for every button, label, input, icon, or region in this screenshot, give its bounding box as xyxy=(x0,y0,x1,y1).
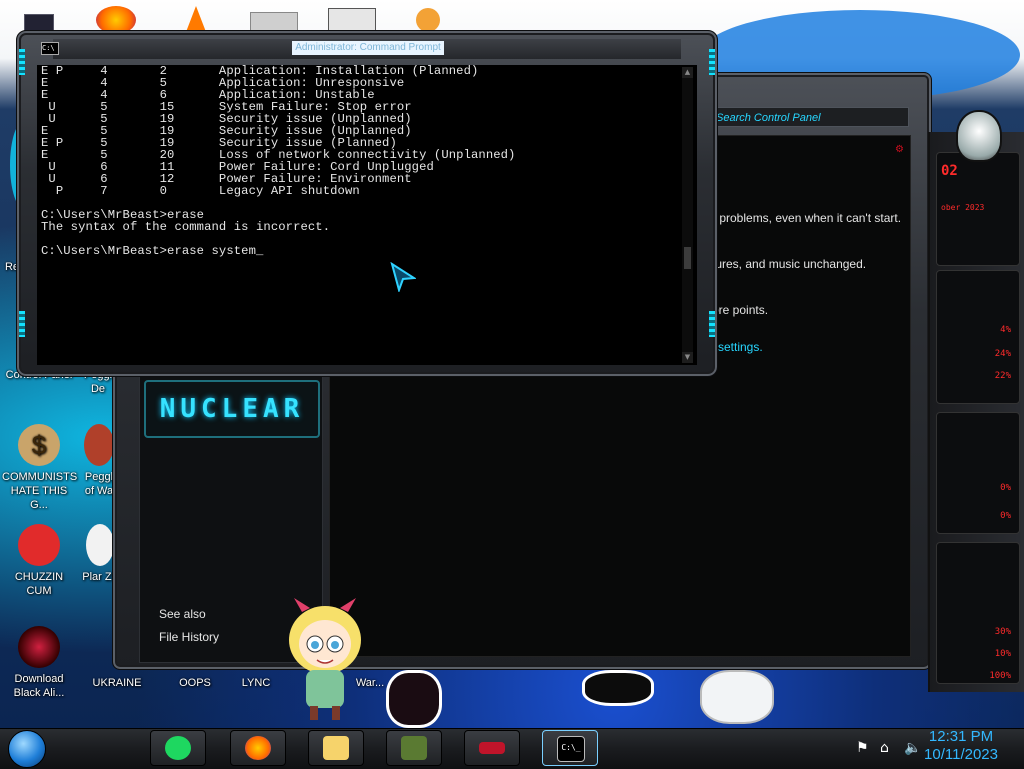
meter-percent: 0% xyxy=(1000,483,1011,493)
meter-percent: 22% xyxy=(994,371,1011,381)
chuzzle-icon xyxy=(18,524,60,566)
desktop-icon-label: CHUZZIN CUM xyxy=(14,571,64,597)
vlc-icon[interactable] xyxy=(186,6,206,32)
meter-percent: 0% xyxy=(1000,511,1011,521)
peggle-icon xyxy=(84,424,114,466)
car-icon xyxy=(479,742,505,754)
cmd-window-icon[interactable]: C:\ xyxy=(41,42,59,55)
desktop-icon-lync[interactable]: LYNC xyxy=(226,676,286,690)
desktop-icon-label: UKRAINE xyxy=(92,677,142,689)
desktop-icon-money-bag[interactable]: $ COMMUNISTS HATE THIS G... xyxy=(2,424,78,512)
desktop-icon-label: COMMUNISTS HATE THIS G... xyxy=(2,471,78,511)
search-control-panel-input[interactable]: Search Control Panel xyxy=(711,107,909,127)
recovery-text-3: ore points. xyxy=(712,303,769,317)
wallpaper-shoe xyxy=(386,670,442,728)
cmd-icon: C:\_ xyxy=(557,736,585,762)
frame-accent xyxy=(709,311,715,337)
meter-percent: 4% xyxy=(1000,325,1011,335)
desktop-icon-label: OOPS xyxy=(179,677,211,689)
see-also-label: See also xyxy=(159,607,206,621)
desktop-icon-label: LYNC xyxy=(241,677,271,689)
meter-header: 02 xyxy=(941,163,958,179)
meter-sub: ober 2023 xyxy=(941,203,985,212)
firefox-icon xyxy=(245,736,271,760)
flag-icon[interactable]: ⚑ xyxy=(856,740,869,756)
desktop-icon-ukraine[interactable]: UKRAINE xyxy=(80,676,154,690)
spotify-icon xyxy=(165,736,191,760)
scroll-thumb[interactable] xyxy=(684,247,691,269)
plants-icon xyxy=(86,524,114,566)
desktop-icon-black-alien[interactable]: Download Black Ali... xyxy=(2,626,76,700)
desktop-icon-label: Peggl of Wa xyxy=(84,471,114,497)
recovery-text-1: r problems, even when it can't start. xyxy=(712,211,902,225)
taskbar-spotify[interactable] xyxy=(150,730,206,766)
alienware-icon xyxy=(18,626,60,668)
meter-percent: 24% xyxy=(994,349,1011,359)
scroll-up-icon[interactable]: ▲ xyxy=(682,67,693,78)
nuclear-logo: NUCLEAR xyxy=(144,380,320,438)
recovery-text-2: tures, and music unchanged. xyxy=(712,257,867,271)
frame-accent xyxy=(19,49,25,75)
taskbar-firefox[interactable] xyxy=(230,730,286,766)
meter-block: 0% 0% xyxy=(936,412,1020,534)
meter-percent: 10% xyxy=(994,649,1011,659)
wallpaper-shoe xyxy=(582,670,654,706)
start-button[interactable] xyxy=(8,730,46,768)
red-close-icon[interactable]: ⚙ xyxy=(895,144,904,155)
taskbar-clock[interactable]: 12:31 PM 10/11/2023 xyxy=(916,728,1006,764)
meter-percent: 100% xyxy=(989,671,1011,681)
settings-link[interactable]: settings. xyxy=(718,340,763,354)
money-bag-icon: $ xyxy=(18,424,60,466)
taskbar-command-prompt[interactable]: C:\_ xyxy=(542,730,598,766)
star-butterfly-sticker xyxy=(289,598,361,720)
vertical-scrollbar[interactable]: ▲ ▼ xyxy=(682,67,693,363)
desktop-icon-label: Download Black Ali... xyxy=(13,673,65,699)
clock-date: 10/11/2023 xyxy=(924,746,998,763)
console-output[interactable]: E P 4 2 Application: Installation (Plann… xyxy=(37,65,697,365)
meter-block: 4% 24% 22% xyxy=(936,270,1020,404)
command-prompt-window[interactable]: C:\ Administrator: Command Prompt E P 4 … xyxy=(16,30,718,377)
console-text: E P 4 2 Application: Installation (Plann… xyxy=(41,64,516,258)
desktop-icon-avatar-top[interactable] xyxy=(416,8,440,32)
frame-accent xyxy=(709,49,715,75)
meter-block: 02 ober 2023 xyxy=(936,152,1020,266)
wallpaper-shoe xyxy=(700,670,774,724)
taskbar-file-explorer[interactable] xyxy=(308,730,364,766)
frame-accent xyxy=(19,311,25,337)
file-history-link[interactable]: File History xyxy=(159,630,219,644)
desktop-icon-oops[interactable]: OOPS xyxy=(158,676,232,690)
minecraft-icon xyxy=(401,736,427,760)
alienware-logo-icon xyxy=(956,110,1002,162)
folder-icon xyxy=(323,736,349,760)
taskbar-minecraft[interactable] xyxy=(386,730,442,766)
scroll-down-icon[interactable]: ▼ xyxy=(682,352,693,363)
taskbar-car-game[interactable] xyxy=(464,730,520,766)
system-meter-panel: 02 ober 2023 4% 24% 22% 0% 0% 30% 10% 10… xyxy=(928,132,1024,692)
meter-percent: 30% xyxy=(994,627,1011,637)
meter-block: 30% 10% 100% xyxy=(936,542,1020,684)
desktop-icon-chuzzle[interactable]: CHUZZIN CUM xyxy=(2,524,76,598)
network-icon[interactable]: ⌂ xyxy=(880,740,889,756)
mouse-cursor-icon xyxy=(390,262,416,292)
clock-time: 12:31 PM xyxy=(928,728,994,745)
window-title: Administrator: Command Prompt xyxy=(292,41,444,55)
